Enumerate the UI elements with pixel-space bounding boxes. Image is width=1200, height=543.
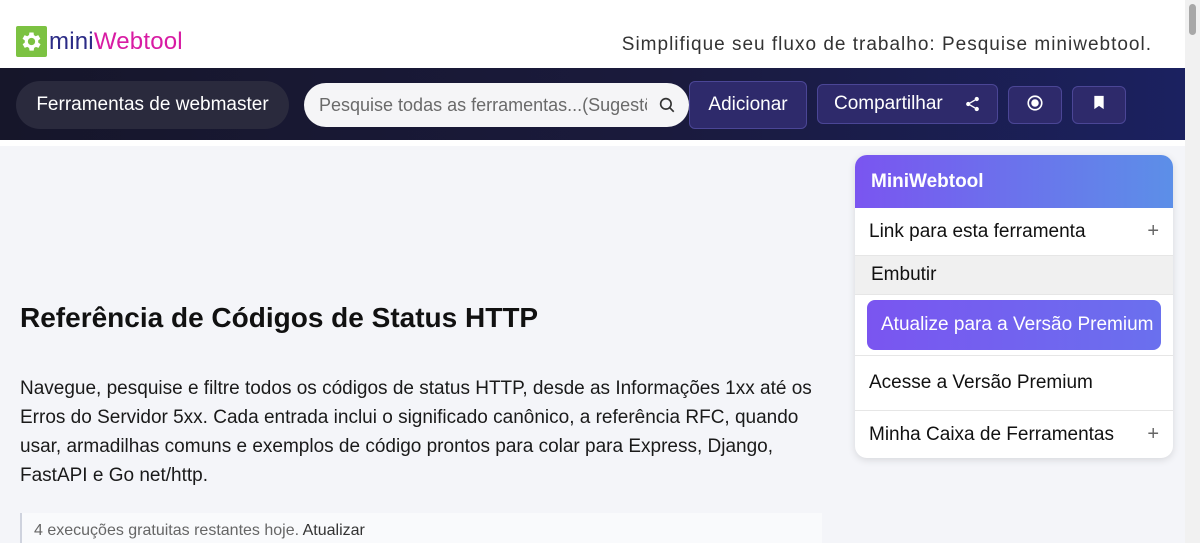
intro-text: Navegue, pesquise e filtre todos os códi… — [20, 378, 812, 486]
logo-text-mini: mini — [49, 28, 94, 55]
logo-text: miniWebtool — [49, 26, 183, 57]
upgrade-premium-button[interactable]: Atualize para a Versão Premium — [867, 300, 1161, 350]
nav-divider — [0, 140, 1185, 146]
plus-icon[interactable]: + — [1147, 220, 1159, 243]
search-icon[interactable] — [657, 95, 677, 115]
notice-upgrade-link[interactable]: Atualizar — [303, 522, 365, 539]
gear-icon — [16, 26, 47, 57]
logo-text-web: Webtool — [93, 28, 183, 55]
bookmark-button[interactable] — [1072, 86, 1126, 124]
search-input[interactable] — [319, 94, 647, 116]
sidebar-item-label: Minha Caixa de Ferramentas — [869, 423, 1114, 445]
page-scrollbar[interactable] — [1185, 0, 1200, 543]
notice-text: 4 execuções gratuitas restantes hoje. — [34, 522, 300, 539]
sidebar-item-label: Link para esta ferramenta — [869, 220, 1086, 242]
add-button[interactable]: Adicionar — [689, 81, 807, 129]
sidebar-item-link[interactable]: Link para esta ferramenta + — [855, 208, 1173, 256]
page-title: Referência de Códigos de Status HTTP — [20, 302, 539, 333]
tagline: Simplifique seu fluxo de trabalho: Pesqu… — [621, 34, 1152, 55]
top-header: miniWebtool Simplifique seu fluxo de tra… — [0, 0, 1185, 68]
plus-icon[interactable]: + — [1147, 423, 1159, 446]
free-runs-notice: 4 execuções gratuitas restantes hoje. At… — [20, 513, 822, 543]
logo[interactable]: miniWebtool — [16, 26, 183, 57]
record-icon — [1026, 94, 1044, 117]
share-button-label: Compartilhar — [834, 93, 943, 114]
search-box[interactable] — [304, 83, 689, 127]
bookmark-icon — [1091, 94, 1107, 116]
share-icon — [964, 95, 981, 113]
sidebar-item-label: Embutir — [871, 264, 937, 285]
sidebar-title: MiniWebtool — [855, 155, 1173, 208]
share-button[interactable]: Compartilhar — [817, 84, 998, 124]
sidebar-item-upgrade: Atualize para a Versão Premium — [855, 295, 1173, 356]
sidebar-item-label: Acesse a Versão Premium — [869, 372, 1093, 393]
navbar: Ferramentas de webmaster Adicionar Compa… — [0, 68, 1185, 140]
record-button[interactable] — [1008, 86, 1062, 124]
sidebar-item-embed[interactable]: Embutir — [855, 256, 1173, 295]
scrollbar-thumb[interactable] — [1189, 4, 1196, 35]
sidebar-card: MiniWebtool Link para esta ferramenta + … — [855, 155, 1173, 458]
category-button[interactable]: Ferramentas de webmaster — [16, 81, 289, 129]
sidebar-item-access-premium[interactable]: Acesse a Versão Premium — [855, 356, 1173, 411]
sidebar-item-toolbox[interactable]: Minha Caixa de Ferramentas + — [855, 411, 1173, 458]
